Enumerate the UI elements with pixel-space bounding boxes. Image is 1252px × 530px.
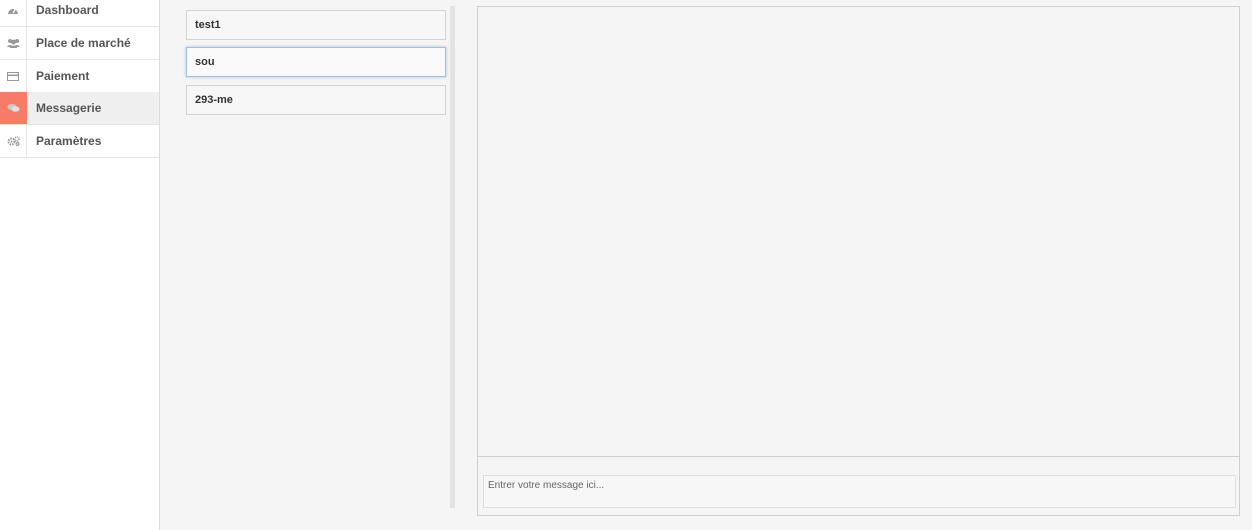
scrollbar[interactable] [450,6,455,508]
sidebar-item-label: Place de marché [36,36,131,50]
sidebar-item-label: Paramètres [36,134,102,148]
divider [478,456,1239,457]
sidebar: Dashboard Place de marché Paiement Messa… [0,0,160,530]
conversation-item[interactable]: sou [186,47,446,77]
sidebar-item-messagerie[interactable]: Messagerie [0,92,159,125]
sidebar-item-paiement[interactable]: Paiement [0,60,159,93]
sidebar-item-label: Messagerie [36,101,102,115]
dashboard-icon [0,0,27,26]
message-input[interactable] [483,475,1236,508]
message-history [478,7,1239,456]
credit-card-icon [0,60,27,92]
sidebar-item-place-de-marche[interactable]: Place de marché [0,27,159,60]
sidebar-item-label: Paiement [36,69,90,83]
chat-bubbles-icon [0,92,27,124]
sidebar-item-label: Dashboard [36,3,99,17]
sidebar-item-parametres[interactable]: Paramètres [0,125,159,158]
conversation-item[interactable]: test1 [186,10,446,40]
sidebar-item-dashboard[interactable]: Dashboard [0,0,159,27]
chat-panel [477,6,1240,516]
gears-icon [0,125,27,157]
users-icon [0,27,27,59]
conversation-item[interactable]: 293-me [186,85,446,115]
